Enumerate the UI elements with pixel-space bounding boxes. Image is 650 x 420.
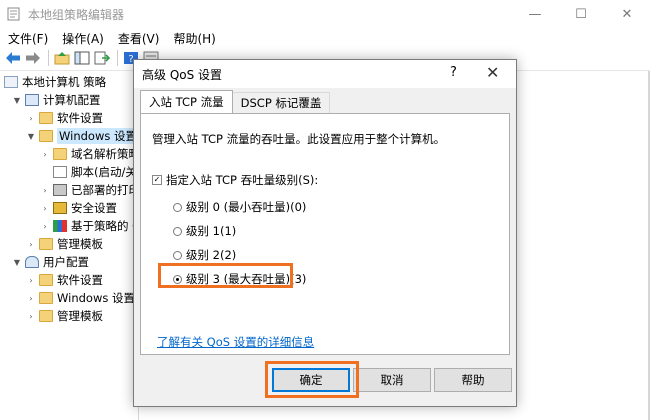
show-hide-tree-icon[interactable]: [73, 50, 90, 66]
description-text: 管理入站 TCP 流量的吞吐量。此设置应用于整个计算机。: [152, 132, 446, 146]
computer-icon: [25, 94, 39, 106]
collapse-arrow-icon[interactable]: ▼: [26, 132, 36, 141]
security-shield-icon: [53, 202, 67, 214]
expand-arrow-icon[interactable]: ›: [40, 204, 50, 213]
minimize-button[interactable]: —: [512, 0, 558, 28]
dialog-title: 高级 QoS 设置: [142, 67, 223, 82]
folder-icon: [39, 238, 53, 250]
bar-chart-icon: [53, 220, 67, 232]
tab-inbound-tcp[interactable]: 入站 TCP 流量: [140, 90, 233, 113]
radio-button[interactable]: [173, 250, 182, 260]
tree-node-user-admin[interactable]: › 管理模板: [26, 307, 103, 325]
close-button[interactable]: ✕: [604, 0, 650, 28]
menu-bar: 文件(F) 操作(A) 查看(V) 帮助(H): [0, 28, 650, 48]
dialog-close-button[interactable]: ✕: [486, 63, 499, 82]
toolbar-separator: [48, 50, 49, 66]
menu-action[interactable]: 操作(A): [54, 30, 110, 47]
expand-arrow-icon[interactable]: ›: [26, 276, 36, 285]
window-title: 本地组策略编辑器: [28, 7, 125, 22]
expand-arrow-icon[interactable]: ›: [26, 240, 36, 249]
radio-level-0[interactable]: 级别 0 (最小吞吐量)(0): [173, 199, 306, 215]
back-arrow-icon[interactable]: [4, 50, 21, 66]
throughput-checkbox-row[interactable]: ✓ 指定入站 TCP 吞吐量级别(S):: [152, 172, 318, 188]
expand-arrow-icon[interactable]: ›: [40, 150, 50, 159]
tree-node-user-windows[interactable]: › Windows 设置: [26, 289, 135, 307]
expand-arrow-icon[interactable]: ›: [26, 312, 36, 321]
throughput-checkbox[interactable]: ✓: [152, 175, 162, 185]
radio-level-1[interactable]: 级别 1(1): [173, 223, 236, 239]
menu-file[interactable]: 文件(F): [0, 30, 54, 47]
tree-node-local-policy[interactable]: 本地计算机 策略: [4, 73, 106, 91]
menu-view[interactable]: 查看(V): [110, 30, 166, 47]
up-folder-icon[interactable]: [53, 50, 70, 66]
group-policy-app-icon: [7, 7, 20, 21]
help-button[interactable]: 帮助: [434, 368, 512, 392]
menu-help[interactable]: 帮助(H): [165, 30, 221, 47]
export-list-icon[interactable]: [93, 50, 110, 66]
tree-node-dns-policy[interactable]: › 域名解析策略: [40, 145, 140, 163]
throughput-checkbox-label: 指定入站 TCP 吞吐量级别(S):: [166, 173, 319, 187]
tree-node-admin-templates[interactable]: › 管理模板: [26, 235, 103, 253]
tree-node-deployed-printers[interactable]: › 已部署的打印: [40, 181, 140, 199]
collapse-arrow-icon[interactable]: ▼: [12, 96, 22, 105]
cancel-button[interactable]: 取消: [353, 368, 431, 392]
tree-node-computer-config[interactable]: ▼ 计算机配置: [12, 91, 101, 109]
folder-open-icon: [39, 130, 53, 142]
radio-level-2[interactable]: 级别 2(2): [173, 247, 236, 263]
tree-node-windows-settings[interactable]: ▼ Windows 设置: [26, 127, 139, 145]
forward-arrow-icon[interactable]: [24, 50, 41, 66]
tree-node-software-settings[interactable]: › 软件设置: [26, 109, 103, 127]
highlight-annotation-ok: [265, 361, 359, 398]
folder-icon: [39, 310, 53, 322]
tree-node-scripts[interactable]: 脚本(启动/关: [40, 163, 137, 181]
tree-node-user-software[interactable]: › 软件设置: [26, 271, 103, 289]
tab-dscp-override[interactable]: DSCP 标记覆盖: [231, 92, 331, 113]
folder-icon: [39, 292, 53, 304]
user-icon: [25, 256, 39, 268]
printer-icon: [53, 184, 67, 196]
tree-node-security-settings[interactable]: › 安全设置: [40, 199, 117, 217]
qos-help-link[interactable]: 了解有关 QoS 设置的详细信息: [157, 334, 314, 350]
dialog-tabs: 入站 TCP 流量 DSCP 标记覆盖: [140, 90, 331, 114]
folder-icon: [39, 274, 53, 286]
maximize-button[interactable]: ☐: [558, 0, 604, 28]
radio-label: 级别 2(2): [186, 248, 237, 262]
tab-panel-inbound-tcp: 管理入站 TCP 流量的吞吐量。此设置应用于整个计算机。 ✓ 指定入站 TCP …: [140, 113, 510, 355]
script-icon: [53, 166, 67, 178]
expand-arrow-icon[interactable]: ›: [26, 114, 36, 123]
console-tree: 本地计算机 策略 ▼ 计算机配置 › 软件设置 ▼ Windows 设置 › 域…: [0, 70, 140, 420]
highlight-annotation-level-3: [158, 263, 293, 288]
radio-button[interactable]: [173, 202, 182, 212]
radio-label: 级别 1(1): [186, 224, 237, 238]
dialog-help-button[interactable]: ?: [450, 65, 457, 80]
tree-node-policy-qos[interactable]: › 基于策略的 C: [40, 217, 140, 235]
expand-arrow-icon[interactable]: ›: [40, 186, 50, 195]
expand-arrow-icon[interactable]: ›: [40, 222, 50, 231]
expand-arrow-icon[interactable]: ›: [26, 294, 36, 303]
computer-policy-icon: [4, 76, 18, 88]
dialog-title-bar: 高级 QoS 设置 ? ✕: [134, 60, 516, 88]
radio-label: 级别 0 (最小吞吐量)(0): [186, 200, 307, 214]
folder-icon: [39, 112, 53, 124]
advanced-qos-dialog: 高级 QoS 设置 ? ✕ 入站 TCP 流量 DSCP 标记覆盖 管理入站 T…: [133, 59, 517, 407]
radio-button[interactable]: [173, 226, 182, 236]
folder-icon: [53, 148, 67, 160]
title-bar: 本地组策略编辑器 — ☐ ✕: [0, 0, 650, 28]
tree-node-user-config[interactable]: ▼ 用户配置: [12, 253, 89, 271]
collapse-arrow-icon[interactable]: ▼: [12, 258, 22, 267]
toolbar-separator: [117, 50, 118, 66]
